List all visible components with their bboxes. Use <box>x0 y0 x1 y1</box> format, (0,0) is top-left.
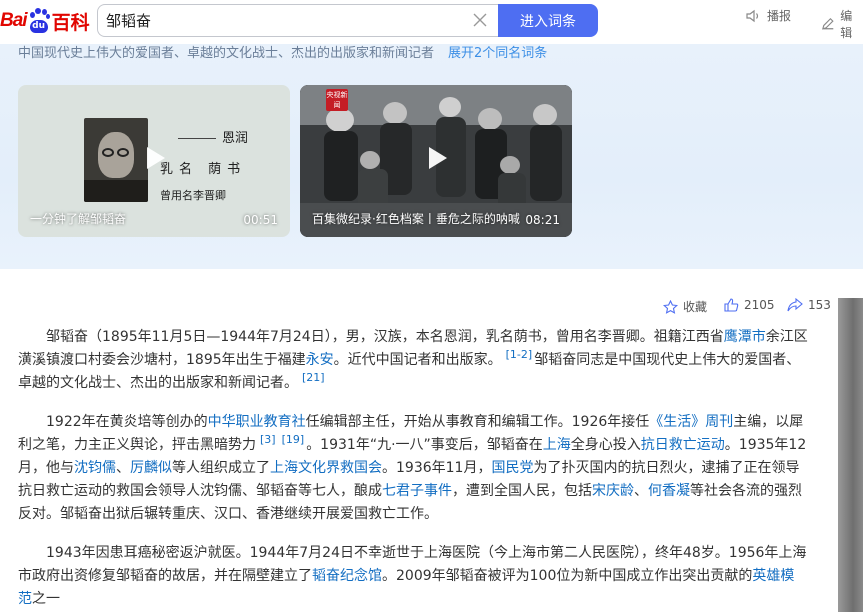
baidu-baike-logo[interactable]: Bai du 百科 <box>0 4 90 38</box>
paragraph-career: 1922年在黄炎培等创办的中华职业教育社任编辑部主任，开始从事教育和编辑工作。1… <box>18 411 808 526</box>
text: 、 <box>116 460 130 476</box>
side-image[interactable] <box>838 298 863 612</box>
video-caption: 一分钟了解邹韬奋 <box>30 212 127 226</box>
video-duration: 08:21 <box>525 213 560 227</box>
reference-19[interactable]: [19] <box>282 433 305 446</box>
summary-banner: 中国现代史上伟大的爱国者、卓越的文化战士、杰出的出版家和新闻记者 展开2个同名词条… <box>0 44 863 269</box>
link-shen-junru[interactable]: 沈钧儒 <box>74 460 116 476</box>
text: 等人组织成立了 <box>172 460 270 476</box>
like-button[interactable]: 2105 <box>724 298 775 312</box>
text: 1922年在黄炎培等创办的 <box>46 414 208 430</box>
enter-entry-button[interactable]: 进入词条 <box>498 4 598 37</box>
poster-text: 恩润 乳名 荫书 曾用名李晋卿 <box>160 127 248 203</box>
text: 邹韬奋（1895年11月5日—1944年7月24日），男，汉族，本名恩润，乳名荫… <box>46 329 724 345</box>
link-soong-ching-ling[interactable]: 宋庆龄 <box>592 483 634 499</box>
logo-baike: 百科 <box>51 11 90 34</box>
play-icon[interactable] <box>139 143 169 173</box>
link-kuomintang[interactable]: 国民党 <box>491 460 533 476</box>
reference-3[interactable]: [3] <box>260 433 276 446</box>
summary-text: 中国现代史上伟大的爱国者、卓越的文化战士、杰出的出版家和新闻记者 <box>18 46 435 61</box>
share-count: 153 <box>808 298 831 312</box>
text: 之一 <box>32 591 60 607</box>
share-button[interactable]: 153 <box>787 298 831 312</box>
search-input[interactable] <box>106 5 466 36</box>
link-shanghai[interactable]: 上海 <box>543 437 571 453</box>
paw-icon: du <box>28 8 50 34</box>
link-li-linsi[interactable]: 厉麟似 <box>130 460 172 476</box>
video-caption: 百集微纪录·红色档案丨垂危之际的呐喊 <box>312 212 520 226</box>
text: 、 <box>634 483 648 499</box>
text: 。2009年邹韬奋被评为100位为新中国成立作出突出贡献的 <box>382 568 753 584</box>
logo-bai: Bai <box>0 10 28 31</box>
link-life-weekly[interactable]: 《生活》周刊 <box>649 414 733 430</box>
paragraph-later-life: 1943年因患耳癌秘密返沪就医。1944年7月24日不幸逝世于上海医院（今上海市… <box>18 542 808 611</box>
logo-du: du <box>29 20 48 33</box>
text: 任编辑部主任，开始从事教育和编辑工作。1926年接任 <box>305 414 650 430</box>
video-card-2[interactable]: 央视新闻 百集微纪录·红色档案丨垂危之际的呐喊 08:21 <box>300 85 572 237</box>
edit-label: 编辑 <box>840 9 853 40</box>
broadcast-button[interactable]: 播报 <box>746 7 791 24</box>
poster-line-2: 乳名 荫书 <box>160 162 247 177</box>
link-vocational-education-society[interactable]: 中华职业教育社 <box>208 414 306 430</box>
link-yingtan[interactable]: 鹰潭市 <box>724 329 766 345</box>
search-box <box>97 4 498 37</box>
star-icon <box>663 299 678 314</box>
paragraph-intro: 邹韬奋（1895年11月5日—1944年7月24日），男，汉族，本名恩润，乳名荫… <box>18 326 808 395</box>
clear-icon[interactable] <box>472 12 488 28</box>
video-card-1[interactable]: 恩润 乳名 荫书 曾用名李晋卿 一分钟了解邹韬奋 00:51 <box>18 85 290 237</box>
text: ，遭到全国人民，包括 <box>452 483 592 499</box>
link-he-xiangning[interactable]: 何香凝 <box>648 483 690 499</box>
article-body: 邹韬奋（1895年11月5日—1944年7月24日），男，汉族，本名恩润，乳名荫… <box>18 326 808 612</box>
like-count: 2105 <box>744 298 775 312</box>
broadcast-label: 播报 <box>767 9 792 23</box>
poster-line-1: 恩润 <box>222 131 249 146</box>
play-icon[interactable] <box>421 143 451 173</box>
collect-label: 收藏 <box>683 300 708 314</box>
banner-summary: 中国现代史上伟大的爱国者、卓越的文化战士、杰出的出版家和新闻记者 展开2个同名词条 <box>18 44 547 61</box>
thumbs-up-icon <box>724 298 739 312</box>
text: 。1931年“九·一八”事变后，邹韬奋在 <box>306 437 543 453</box>
pencil-icon <box>822 17 834 30</box>
link-anti-japanese-movement[interactable]: 抗日救亡运动 <box>641 437 725 453</box>
reference-21[interactable]: [21] <box>302 371 325 384</box>
top-header: Bai du 百科 进入词条 播报 编辑 <box>0 0 863 44</box>
link-shanghai-salvation-association[interactable]: 上海文化界救国会 <box>270 460 382 476</box>
link-seven-gentlemen-incident[interactable]: 七君子事件 <box>382 483 452 499</box>
text: 。近代中国记者和出版家。 <box>333 352 502 368</box>
text: 。1936年11月， <box>382 460 492 476</box>
link-taofen-memorial[interactable]: 韬奋纪念馆 <box>312 568 382 584</box>
share-icon <box>787 298 803 312</box>
reference-1-2[interactable]: [1-2] <box>506 348 533 361</box>
link-yongan[interactable]: 永安 <box>306 352 334 368</box>
poster-line-3: 曾用名李晋卿 <box>160 189 226 202</box>
collect-button[interactable]: 收藏 <box>663 298 707 315</box>
text: 全身心投入 <box>570 437 641 453</box>
speaker-icon <box>746 9 759 22</box>
video-duration: 00:51 <box>243 213 278 227</box>
edit-button[interactable]: 编辑 <box>820 7 863 41</box>
news-badge: 央视新闻 <box>326 89 348 111</box>
expand-homonyms-link[interactable]: 展开2个同名词条 <box>448 46 547 61</box>
